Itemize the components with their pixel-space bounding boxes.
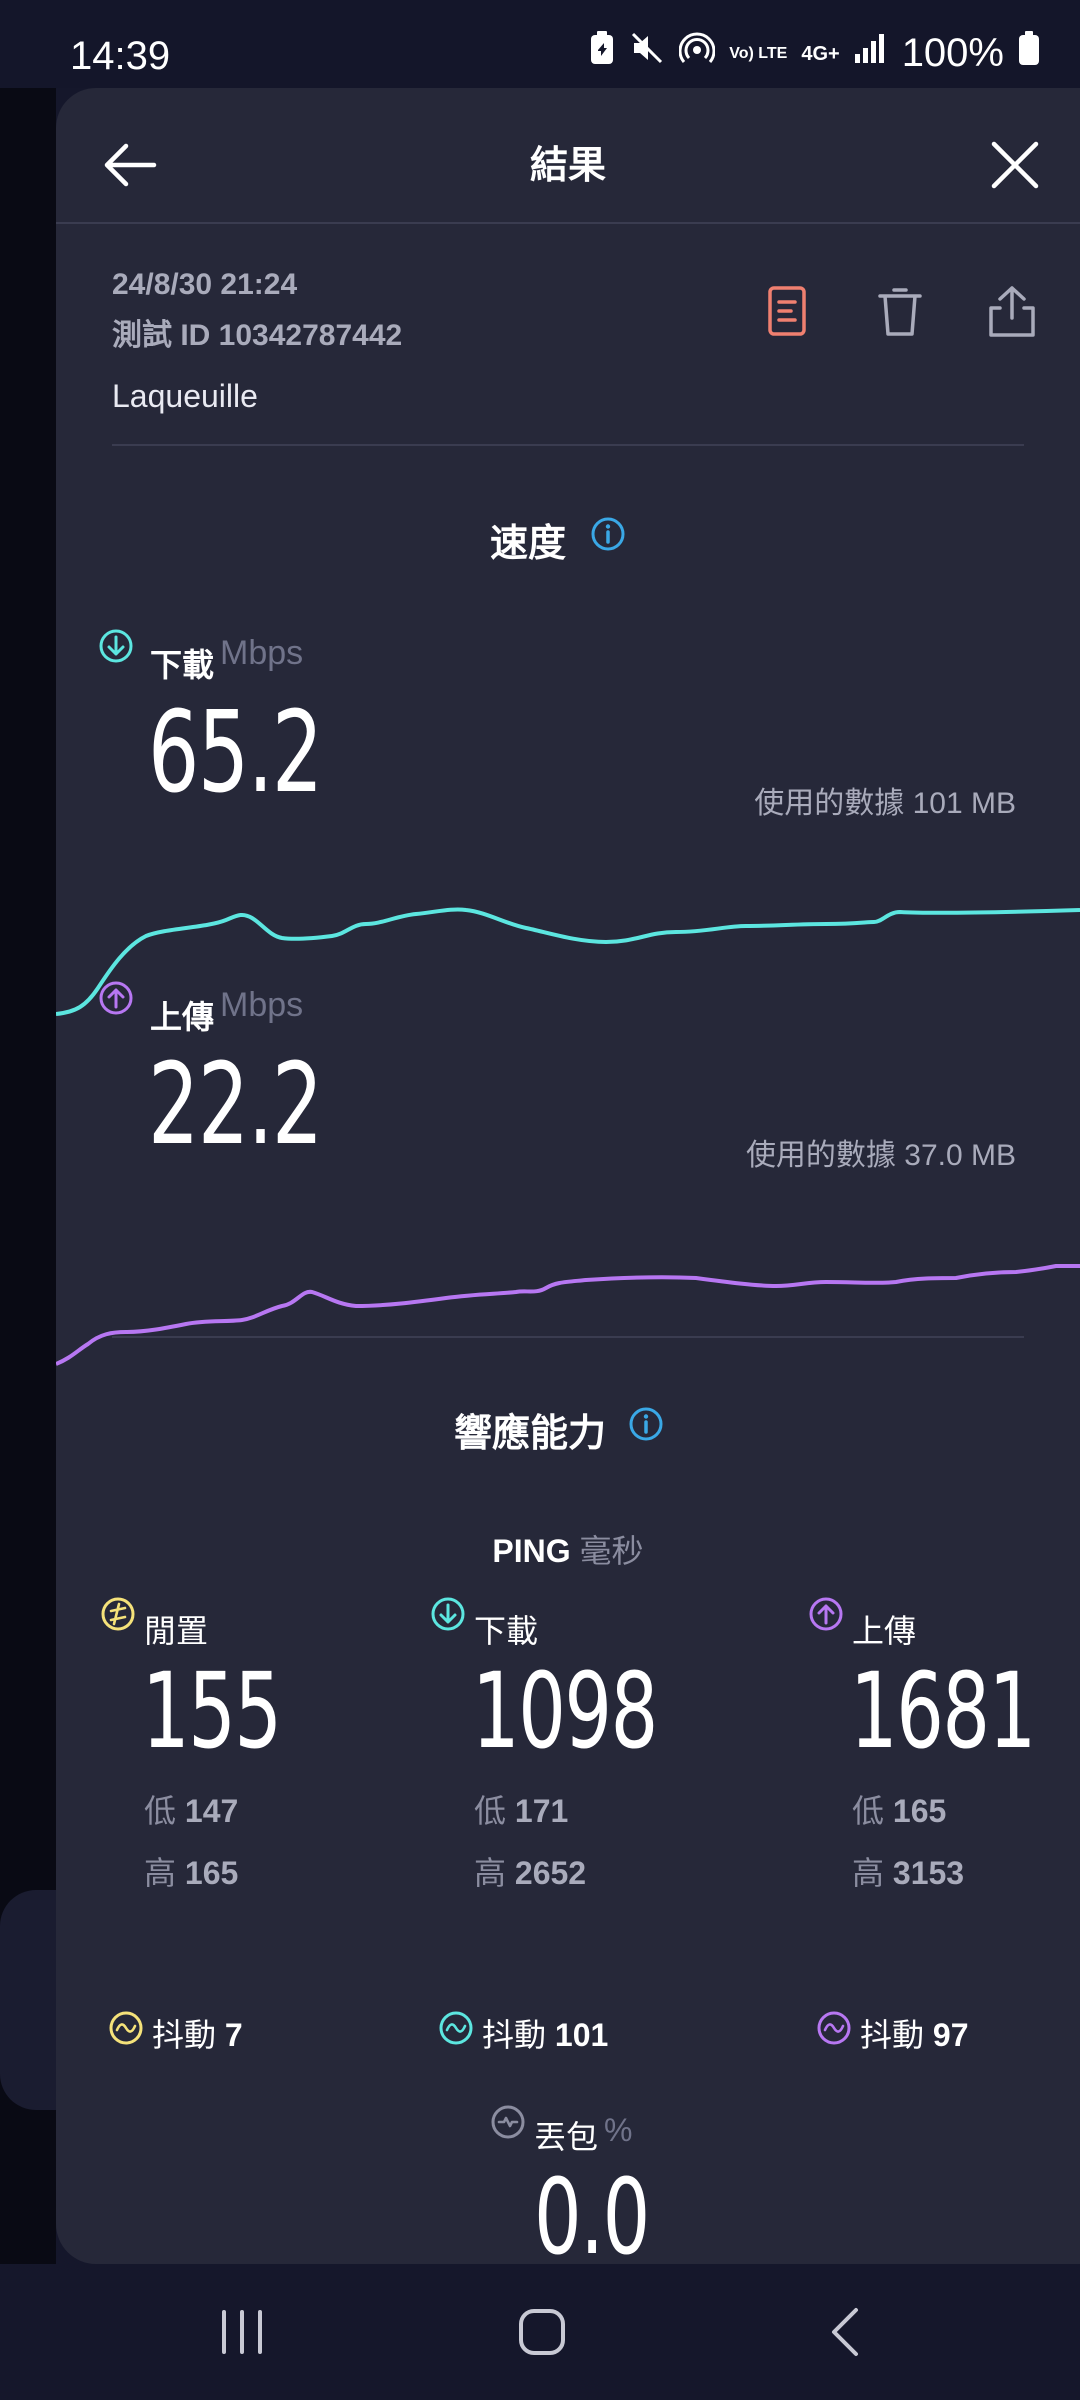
upload-speed-graph (56, 1264, 1080, 1366)
header-divider (56, 222, 1080, 224)
upload-ping-low: 低 165 (852, 1786, 946, 1832)
download-label: 下載 (150, 647, 215, 683)
upload-ping-high-value: 3153 (892, 1855, 965, 1891)
battery-saver-icon (589, 30, 615, 77)
download-icon (99, 629, 133, 663)
download-jitter-icon (439, 2011, 473, 2045)
status-bar: 14:39 Vo) LTE 4G+ 100% (0, 0, 1080, 88)
download-jitter: 抖動 101 (482, 2010, 608, 2056)
download-speed-value: 65.2 (148, 688, 323, 818)
results-sheet: 結果 24/8/30 21:24 測試 ID 10342787442 Laque… (56, 88, 1080, 2264)
upload-jitter-value: 97 (932, 2017, 969, 2053)
server-location: Laqueuille (112, 378, 258, 414)
test-date: 24/8/30 21:24 (112, 268, 298, 301)
upload-label: 上傳 (150, 999, 215, 1035)
delete-button[interactable] (872, 284, 928, 340)
idle-high-label: 高 (144, 1855, 177, 1891)
download-jitter-value: 101 (554, 2017, 609, 2053)
download-jitter-label: 抖動 (482, 2017, 547, 2053)
ping-unit: 毫秒 (579, 1533, 644, 1569)
mute-icon (629, 30, 665, 77)
upload-icon (99, 981, 133, 1015)
download-ping-high-value: 2652 (514, 1855, 587, 1891)
volte-icon: Vo) LTE (729, 44, 788, 62)
idle-low: 低 147 (144, 1786, 238, 1832)
speed-info-button[interactable] (590, 516, 626, 552)
trash-icon (878, 288, 922, 336)
upload-unit: Mbps (220, 986, 304, 1024)
upload-data-used: 使用的數據 37.0 MB (745, 1139, 1016, 1172)
share-button[interactable] (984, 284, 1040, 340)
speed-divider (112, 1336, 1024, 1338)
packet-loss-value: 0.0 (534, 2156, 650, 2264)
download-data-used: 使用的數據 101 MB (754, 787, 1016, 820)
info-icon (629, 1407, 663, 1441)
test-id: 測試 ID 10342787442 (112, 319, 403, 352)
idle-low-label: 低 (144, 1793, 177, 1829)
upload-ping-label: 上傳 (852, 1613, 917, 1649)
info-icon (591, 517, 625, 551)
download-ping-label: 下載 (474, 1613, 539, 1649)
home-button[interactable] (512, 2304, 572, 2360)
signal-icon (854, 32, 888, 75)
upload-ping-low-value: 165 (892, 1793, 947, 1829)
download-ping-low: 低 171 (474, 1786, 568, 1832)
battery-icon (1018, 30, 1040, 77)
speed-section-title: 速度 (490, 523, 567, 565)
background-app-panel (0, 1890, 56, 2110)
navigation-bar (0, 2264, 1080, 2400)
close-button[interactable] (980, 130, 1050, 200)
upload-ping-icon (809, 1597, 843, 1631)
upload-ping-value: 1681 (850, 1650, 1036, 1772)
network-type-icon: 4G+ (801, 42, 840, 65)
status-time: 14:39 (70, 34, 171, 78)
idle-jitter: 抖動 7 (152, 2010, 243, 2056)
idle-jitter-value: 7 (224, 2017, 243, 2053)
battery-percent: 100% (901, 31, 1004, 75)
upload-speed-value: 22.2 (148, 1040, 323, 1170)
download-ping-low-value: 171 (514, 1793, 569, 1829)
responsiveness-info-button[interactable] (628, 1406, 664, 1442)
page-title: 結果 (529, 145, 606, 187)
recent-apps-button[interactable] (212, 2304, 272, 2360)
status-icons: Vo) LTE 4G+ 100% (589, 30, 1040, 77)
volte-label: Vo) LTE (729, 44, 788, 62)
idle-high: 高 165 (144, 1848, 238, 1894)
idle-jitter-label: 抖動 (152, 2017, 217, 2053)
idle-ping-value: 155 (142, 1650, 282, 1772)
packet-loss-label: 丟包 (534, 2119, 599, 2155)
packet-loss-unit: % (604, 2112, 633, 2148)
document-icon (768, 286, 806, 336)
idle-jitter-icon (109, 2011, 143, 2045)
upload-ping-low-label: 低 (852, 1793, 885, 1829)
hotspot-icon (678, 30, 716, 77)
system-back-button[interactable] (816, 2304, 876, 2360)
idle-low-value: 147 (184, 1793, 239, 1829)
recent-apps-icon (222, 2310, 262, 2354)
upload-jitter-label: 抖動 (860, 2017, 925, 2053)
download-ping-value: 1098 (472, 1650, 658, 1772)
download-ping-icon (431, 1597, 465, 1631)
download-ping-high-label: 高 (474, 1855, 507, 1891)
home-icon (519, 2309, 565, 2355)
responsiveness-section-title: 響應能力 (454, 1413, 607, 1455)
download-ping-low-label: 低 (474, 1793, 507, 1829)
upload-jitter-icon (817, 2011, 851, 2045)
upload-ping-high-label: 高 (852, 1855, 885, 1891)
upload-ping-high: 高 3153 (852, 1848, 964, 1894)
upload-jitter: 抖動 97 (860, 2010, 969, 2056)
idle-high-value: 165 (184, 1855, 239, 1891)
download-unit: Mbps (220, 634, 304, 672)
idle-label: 閒置 (144, 1613, 209, 1649)
meta-divider (112, 444, 1024, 446)
close-icon (991, 141, 1039, 189)
ping-title: PING 毫秒 (56, 1526, 1080, 1572)
packet-loss-icon (491, 2105, 525, 2139)
share-icon (989, 286, 1035, 337)
idle-ping-icon (101, 1597, 135, 1631)
chevron-left-icon (832, 2308, 858, 2356)
ping-label: PING (492, 1533, 571, 1569)
download-ping-high: 高 2652 (474, 1848, 586, 1894)
details-button[interactable] (760, 284, 816, 340)
